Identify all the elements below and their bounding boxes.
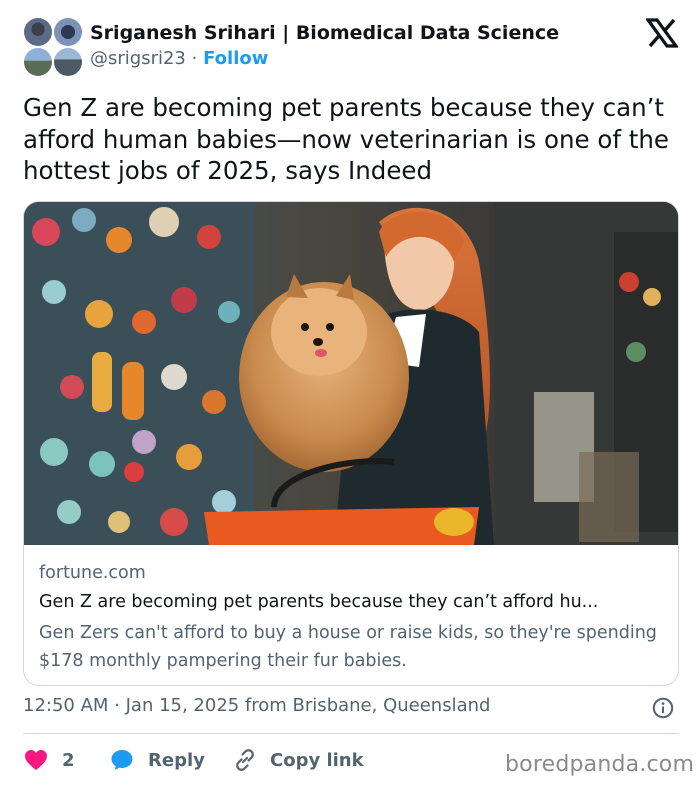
card-title[interactable]: Gen Z are becoming pet parents because t…: [39, 592, 669, 612]
like-button[interactable]: 2: [24, 745, 75, 775]
card-description: Gen Zers can't afford to buy a house or …: [39, 623, 657, 671]
tweet-timestamp[interactable]: 12:50 AM · Jan 15, 2025 from Brisbane, Q…: [23, 695, 490, 716]
follow-button[interactable]: Follow: [203, 48, 268, 69]
card-image[interactable]: [24, 202, 678, 545]
like-count: 2: [62, 749, 75, 771]
author-display-name[interactable]: Sriganesh Srihari | Biomedical Data Scie…: [90, 22, 559, 44]
avatar-tile: [24, 48, 52, 76]
watermark: boredpanda.com: [505, 752, 695, 777]
info-icon[interactable]: [652, 697, 674, 719]
reply-button[interactable]: Reply: [110, 745, 205, 775]
avatar-tile: [54, 18, 82, 46]
link-preview-card[interactable]: fortune.com Gen Z are becoming pet paren…: [23, 201, 679, 686]
avatar-tile: [24, 18, 52, 46]
handle-separator: ·: [191, 48, 198, 69]
x-logo-icon[interactable]: [646, 18, 678, 48]
copy-link-label: Copy link: [270, 749, 364, 771]
card-domain: fortune.com: [39, 563, 146, 583]
copy-link-button[interactable]: Copy link: [232, 745, 364, 775]
avatar-tile: [54, 48, 82, 76]
author-handle[interactable]: @srigsri23: [90, 48, 186, 69]
tweet-text: Gen Z are becoming pet parents because t…: [23, 93, 669, 185]
author-handle-row: @srigsri23 · Follow: [90, 48, 268, 69]
heart-icon: [25, 750, 47, 770]
reply-label: Reply: [148, 749, 205, 771]
speech-bubble-icon: [111, 750, 133, 770]
avatar[interactable]: [24, 18, 82, 76]
tweet-embed: Sriganesh Srihari | Biomedical Data Scie…: [0, 0, 700, 787]
divider: [23, 733, 679, 734]
link-icon: [236, 749, 254, 771]
